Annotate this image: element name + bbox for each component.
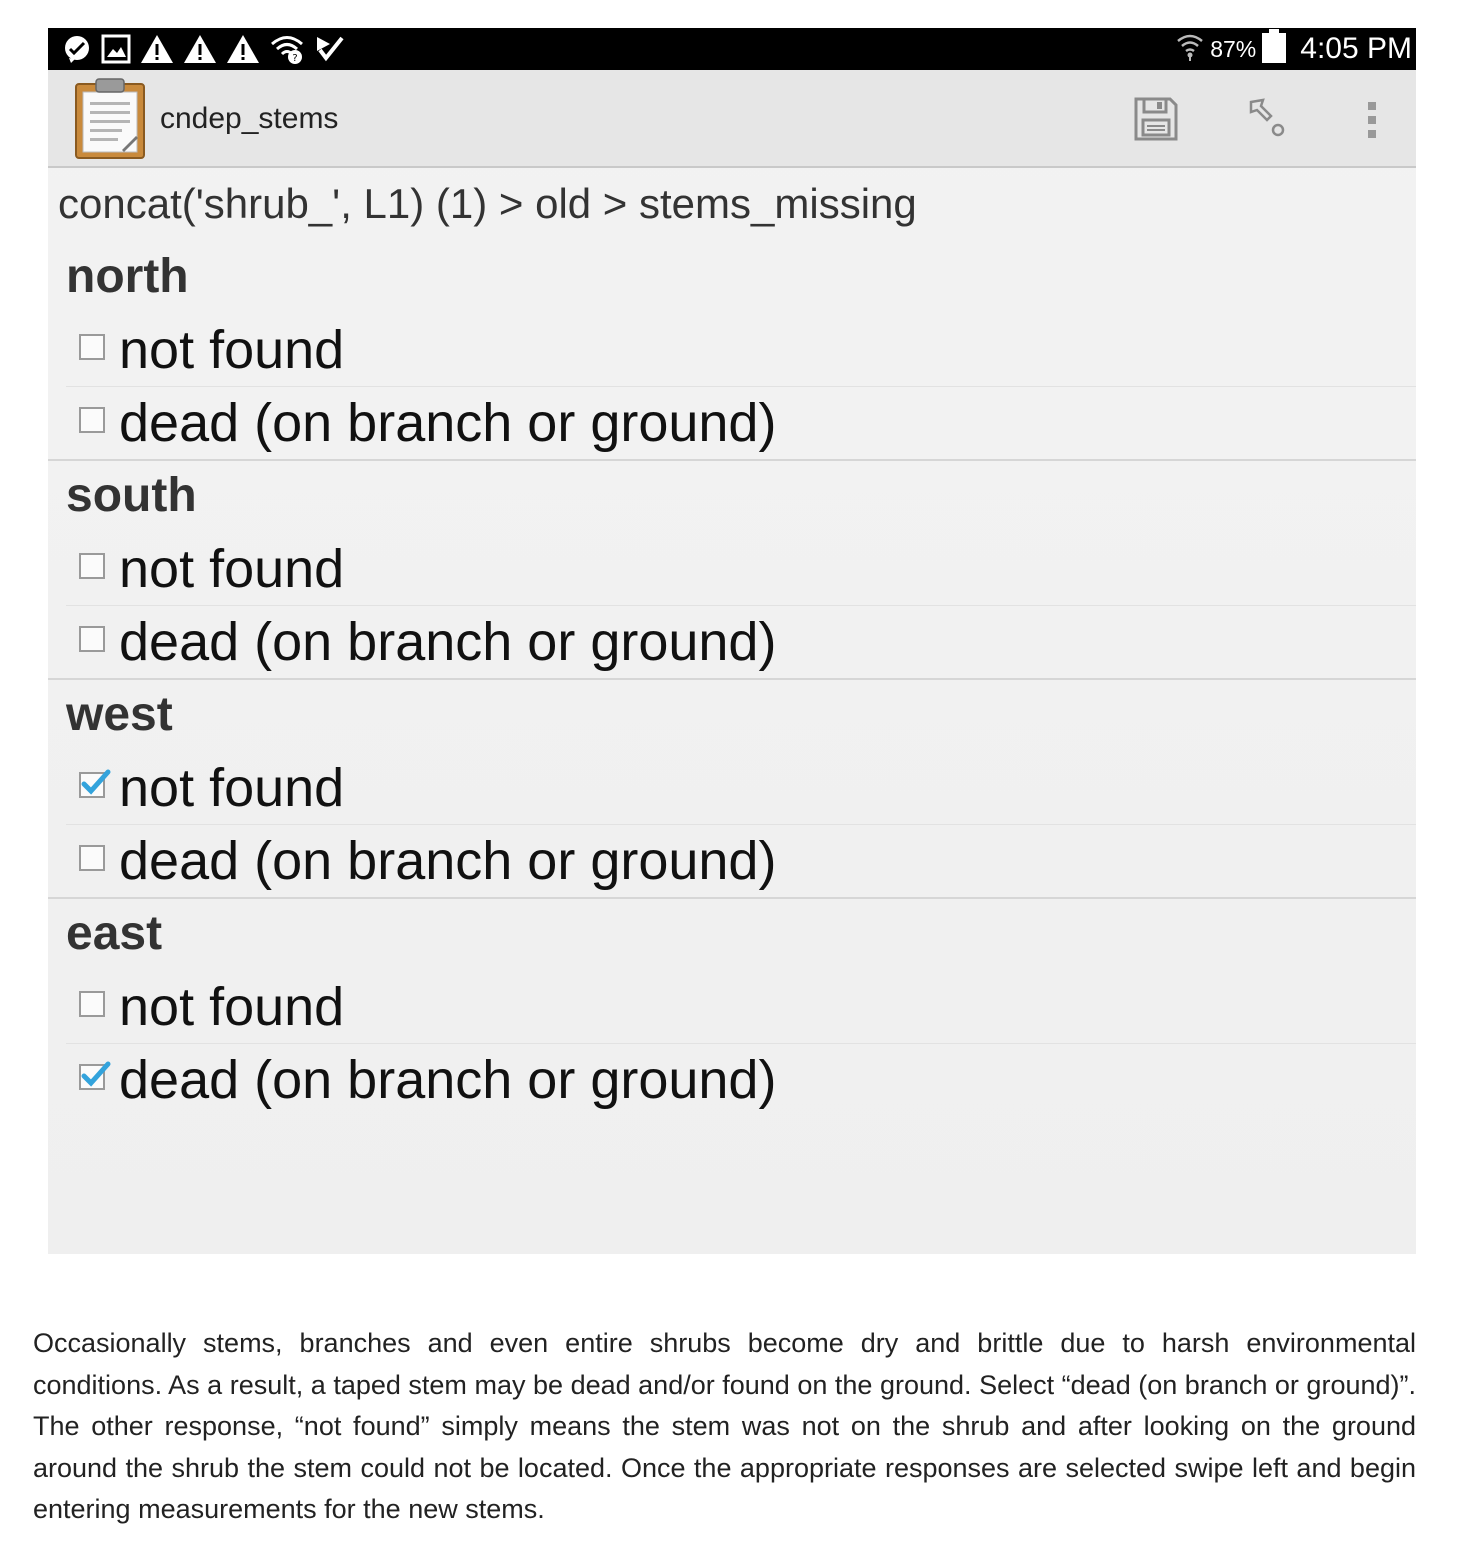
checkbox[interactable] (79, 334, 105, 360)
action-bar: cndep_stems (48, 70, 1416, 168)
option-not-found[interactable]: not found (66, 314, 1416, 387)
save-button[interactable] (1133, 96, 1179, 147)
warning-icon (183, 34, 217, 64)
group-label: west (66, 688, 173, 741)
option-not-found[interactable]: not found (66, 533, 1416, 606)
option-dead[interactable]: dead (on branch or ground) (66, 825, 1416, 897)
option-label: dead (on branch or ground) (119, 831, 777, 891)
option-label: not found (119, 320, 345, 380)
option-dead[interactable]: dead (on branch or ground) (66, 606, 1416, 678)
group-east: east not found dead (on branch or ground… (48, 899, 1416, 1116)
option-label: not found (119, 977, 345, 1037)
overflow-menu-button[interactable] (1366, 100, 1378, 145)
form-clipboard-icon (74, 78, 146, 165)
question-groups: north not found dead (on branch or groun… (48, 242, 1416, 1116)
status-bar: ? 87% 4:05 PM (48, 28, 1416, 70)
svg-text:?: ? (292, 53, 297, 64)
battery-percent: 87% (1210, 35, 1257, 62)
group-label: south (66, 469, 197, 522)
save-icon (1133, 97, 1179, 146)
group-label: north (66, 250, 189, 303)
group-label: east (66, 907, 163, 960)
checkbox[interactable] (79, 1061, 111, 1090)
option-label: not found (119, 539, 345, 599)
option-dead[interactable]: dead (on branch or ground) (66, 387, 1416, 459)
gallery-icon (101, 34, 131, 64)
group-west: west not found dead (on branch or ground… (48, 680, 1416, 897)
option-label: dead (on branch or ground) (119, 393, 777, 453)
messenger-icon (62, 34, 92, 64)
status-clock: 4:05 PM (1300, 32, 1412, 65)
checkmark-icon (81, 769, 111, 795)
option-not-found[interactable]: not found (66, 752, 1416, 825)
checkbox[interactable] (79, 991, 105, 1017)
checkbox[interactable] (79, 407, 105, 433)
system-status: 87% 4:05 PM (1176, 28, 1412, 70)
option-label: dead (on branch or ground) (119, 612, 777, 672)
option-label: dead (on branch or ground) (119, 1050, 777, 1110)
option-not-found[interactable]: not found (66, 971, 1416, 1044)
battery-icon (1262, 28, 1287, 70)
warning-icon (140, 34, 174, 64)
option-dead[interactable]: dead (on branch or ground) (66, 1044, 1416, 1116)
go-to-prompt-button[interactable] (1245, 96, 1289, 145)
notification-icons: ? (62, 34, 346, 64)
group-south: south not found dead (on branch or groun… (48, 461, 1416, 678)
breadcrumb: concat('shrub_', L1) (1) > old > stems_m… (58, 180, 917, 227)
wifi-unknown-icon: ? (269, 34, 305, 64)
wifi-icon (1176, 31, 1204, 68)
option-label: not found (119, 758, 345, 818)
warning-icon (226, 34, 260, 64)
checkmark-icon (81, 1061, 111, 1087)
checkmark-notification-icon (314, 34, 346, 64)
checkbox[interactable] (79, 769, 111, 798)
instruction-paragraph: Occasionally stems, branches and even en… (33, 1328, 1416, 1524)
app-title: cndep_stems (160, 102, 339, 135)
group-north: north not found dead (on branch or groun… (48, 242, 1416, 459)
checkbox[interactable] (79, 845, 105, 871)
device-screen: ? 87% 4:05 PM cndep_stems concat('shrub_… (48, 28, 1416, 1254)
overflow-menu-icon (1366, 102, 1378, 144)
checkbox[interactable] (79, 626, 105, 652)
checkbox[interactable] (79, 553, 105, 579)
go-to-prompt-icon (1245, 98, 1289, 144)
